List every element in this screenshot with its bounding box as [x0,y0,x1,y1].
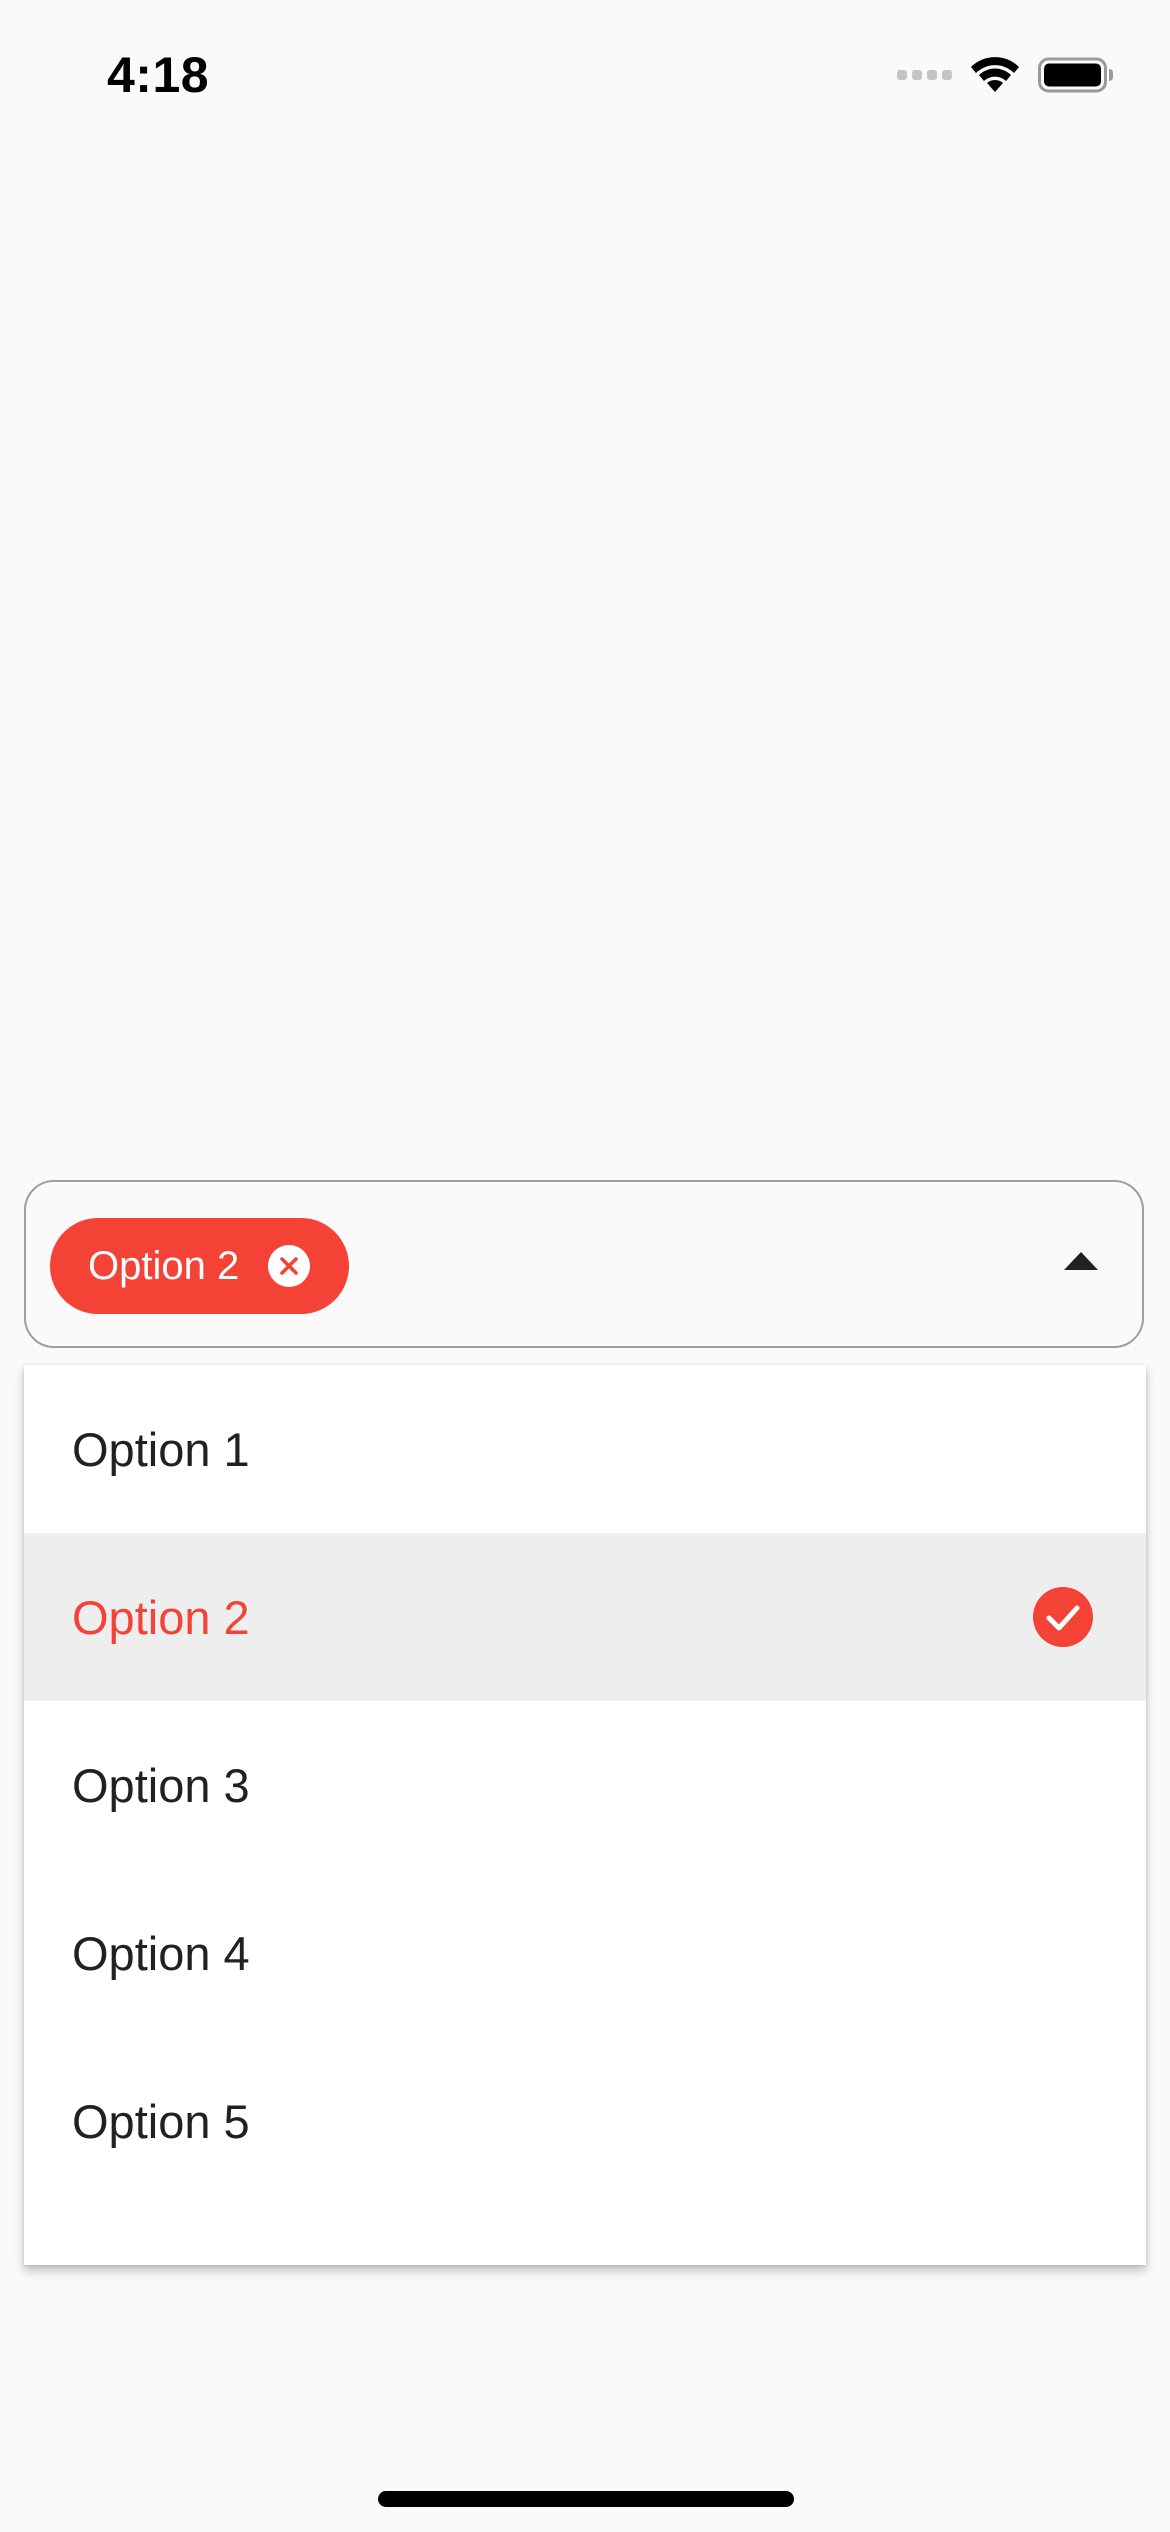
option-1[interactable]: Option 1 [24,1365,1146,1533]
dropdown-menu: Option 1 Option 2 Option 3 Option 4 Opti… [24,1365,1146,2265]
status-time: 4:18 [107,47,210,103]
option-label: Option 1 [72,1422,250,1476]
option-2[interactable]: Option 2 [24,1533,1146,1701]
close-circle-icon[interactable] [267,1244,311,1288]
chip-label: Option 2 [88,1243,240,1288]
option-3[interactable]: Option 3 [24,1701,1146,1869]
multiselect-field[interactable]: Option 2 [24,1180,1144,1348]
arrow-up-icon[interactable] [1064,1250,1098,1270]
selected-chip: Option 2 [50,1218,350,1314]
battery-icon [1038,57,1113,93]
check-circle-icon [1033,1587,1093,1647]
wifi-icon [971,57,1019,92]
home-indicator[interactable] [378,2491,794,2507]
app-screen: 4:18 Option 2 Option 1 Option 2 Option 3… [0,0,1170,2532]
status-icons [897,50,1114,100]
option-label: Option 4 [72,1926,250,1980]
option-label: Option 5 [72,2094,250,2148]
option-label: Option 2 [72,1590,250,1644]
option-5[interactable]: Option 5 [24,2037,1146,2205]
option-4[interactable]: Option 4 [24,1869,1146,2037]
option-label: Option 3 [72,1758,250,1812]
cellular-signal-icon [897,70,952,80]
